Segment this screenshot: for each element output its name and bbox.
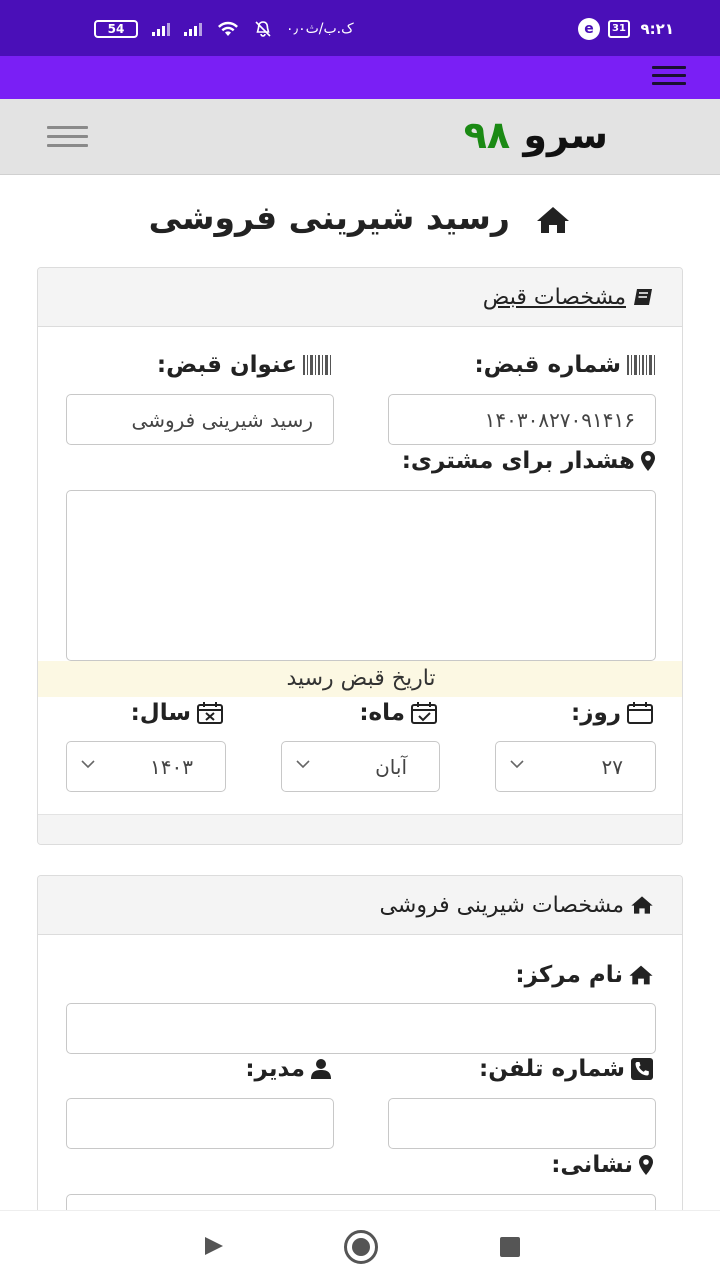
calendar-icon [627, 702, 653, 724]
year-label: سال: [131, 700, 224, 726]
receipt-number-label: شماره قبض: [474, 352, 656, 378]
shop-panel-title: مشخصات شیرینی فروشی [379, 892, 624, 918]
receipt-title-label-text: عنوان قبض: [156, 352, 297, 378]
map-marker-icon [641, 451, 655, 471]
status-time: ۹:۲۱ [640, 20, 674, 38]
signal-icon-2 [184, 22, 202, 36]
center-name-input[interactable] [66, 1003, 656, 1054]
warning-label: هشدار برای مشتری: [402, 448, 656, 474]
brand-number: ۹۸ [463, 113, 511, 157]
date-banner: تاریخ قبض رسید [38, 661, 682, 697]
day-select[interactable]: ۲۷ [495, 741, 656, 792]
chevron-down-icon [81, 760, 95, 769]
barcode-icon [627, 355, 655, 375]
address-label-text: نشانی: [551, 1152, 633, 1178]
manager-input[interactable] [66, 1098, 334, 1149]
system-nav-bar [0, 1210, 720, 1280]
day-select-value: ۲۷ [601, 755, 623, 779]
day-label: روز: [571, 700, 654, 726]
month-label: ماه: [359, 700, 438, 726]
year-select-value: ۱۴۰۳ [150, 755, 193, 779]
wifi-icon [218, 21, 238, 36]
home-icon [629, 965, 653, 985]
carrier-text: ۰٫۰ک.ب/ث [286, 21, 354, 37]
shop-panel: مشخصات شیرینی فروشی نام مرکز: شماره تلفن… [37, 875, 683, 1215]
receipt-panel-footer [38, 814, 682, 844]
receipt-panel: مشخصات قبض شماره قبض: عنوان قبض: ۱۴۰۳۰۸۲… [37, 267, 683, 845]
receipt-title-label: عنوان قبض: [157, 352, 332, 378]
center-name-label-text: نام مرکز: [515, 962, 623, 988]
month-select-value: آبان [375, 755, 407, 779]
calendar-icon: 31 [608, 20, 630, 38]
user-icon [311, 1059, 331, 1079]
calendar-check-icon [411, 702, 437, 724]
month-select[interactable]: آبان [281, 741, 440, 792]
back-icon[interactable] [203, 1235, 225, 1257]
signal-icon [152, 22, 170, 36]
manager-label: مدیر: [245, 1056, 332, 1082]
status-left: 54 ۰٫۰ک.ب/ث [94, 20, 354, 38]
status-bar: 54 ۰٫۰ک.ب/ث e 31 ۹:۲۱ [0, 0, 720, 56]
phone-label-text: شماره تلفن: [479, 1056, 625, 1082]
warning-textarea[interactable] [66, 490, 656, 661]
year-select[interactable]: ۱۴۰۳ [66, 741, 226, 792]
battery-icon: 54 [94, 20, 138, 38]
menu-icon[interactable] [652, 66, 686, 88]
page-title: رسید شیرینی فروشی [0, 198, 720, 237]
book-icon [634, 289, 652, 305]
chevron-down-icon [296, 760, 310, 769]
phone-input[interactable] [388, 1098, 656, 1149]
browser-icon: e [578, 18, 600, 40]
navbar: سرو ۹۸ [0, 99, 720, 175]
day-label-text: روز: [571, 700, 621, 726]
chevron-down-icon [510, 760, 524, 769]
year-label-text: سال: [130, 700, 191, 726]
warning-label-text: هشدار برای مشتری: [401, 448, 635, 474]
receipt-title-value: رسید شیرینی فروشی [131, 407, 313, 432]
receipt-panel-header: مشخصات قبض [38, 268, 682, 327]
home-icon [537, 206, 570, 233]
barcode-icon [303, 355, 331, 375]
receipt-number-label-text: شماره قبض: [474, 352, 621, 378]
map-marker-icon [639, 1155, 653, 1175]
home-button-icon[interactable] [344, 1230, 378, 1264]
brand-logo[interactable]: سرو ۹۸ [464, 113, 608, 157]
receipt-title-input[interactable]: رسید شیرینی فروشی [66, 394, 334, 445]
receipt-panel-title: مشخصات قبض [482, 284, 626, 310]
receipt-number-value: ۱۴۰۳۰۸۲۷۰۹۱۴۱۶ [484, 407, 635, 432]
top-app-bar [0, 56, 720, 99]
phone-icon [631, 1058, 653, 1080]
phone-label: شماره تلفن: [479, 1056, 654, 1082]
navbar-toggle-icon[interactable] [47, 126, 88, 148]
address-label: نشانی: [551, 1152, 654, 1178]
center-name-label: نام مرکز: [515, 962, 654, 988]
mute-icon [255, 21, 271, 37]
recents-icon[interactable] [500, 1237, 520, 1257]
home-icon [631, 896, 653, 914]
page-title-text: رسید شیرینی فروشی [148, 198, 510, 237]
brand-word: سرو [523, 113, 608, 157]
manager-label-text: مدیر: [245, 1056, 305, 1082]
calendar-x-icon [197, 702, 223, 724]
shop-panel-header: مشخصات شیرینی فروشی [38, 876, 682, 935]
month-label-text: ماه: [359, 700, 405, 726]
receipt-number-input[interactable]: ۱۴۰۳۰۸۲۷۰۹۱۴۱۶ [388, 394, 656, 445]
